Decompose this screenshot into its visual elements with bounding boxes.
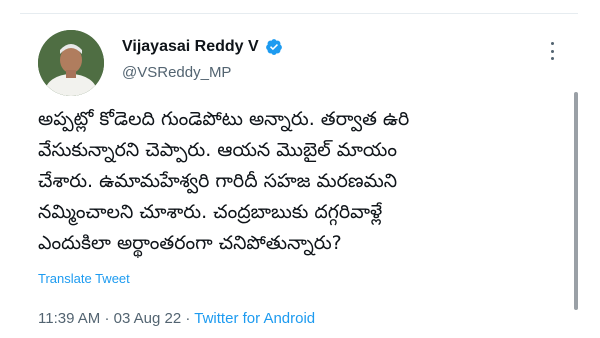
tweet-text: అప్పట్లో కోడెలది గుండెపోటు అన్నారు. తర్వ… bbox=[38, 104, 558, 259]
tweet-header: Vijayasai Reddy V @VSReddy_MP bbox=[122, 38, 283, 81]
meta-separator: · bbox=[104, 310, 110, 327]
tweet-metadata: 11:39 AM · 03 Aug 22 · Twitter for Andro… bbox=[38, 310, 315, 327]
tweet-text-line: ఎందుకిలా అర్థాంతరంగా చనిపోతున్నారు? bbox=[38, 232, 342, 254]
more-options-icon[interactable] bbox=[545, 42, 559, 60]
tweet-text-line: నమ్మించాలని చూశారు. చంద్రబాబుకు దగ్గరివా… bbox=[38, 201, 383, 223]
tweet-date[interactable]: 03 Aug 22 bbox=[114, 310, 182, 327]
name-row: Vijayasai Reddy V bbox=[122, 38, 283, 56]
tweet-time[interactable]: 11:39 AM bbox=[38, 310, 100, 327]
tweet-source-link[interactable]: Twitter for Android bbox=[194, 310, 315, 327]
meta-separator: · bbox=[185, 310, 191, 327]
translate-tweet-link[interactable]: Translate Tweet bbox=[38, 271, 130, 286]
avatar-image bbox=[38, 30, 104, 96]
scrollbar[interactable] bbox=[574, 92, 578, 310]
verified-badge-icon bbox=[265, 38, 283, 56]
avatar[interactable] bbox=[38, 30, 104, 96]
display-name[interactable]: Vijayasai Reddy V bbox=[122, 38, 259, 56]
top-divider bbox=[20, 13, 578, 14]
tweet-text-line: చేశారు. ఉమామహేశ్వరి గారిదీ సహజ మరణమని bbox=[38, 170, 398, 192]
user-handle[interactable]: @VSReddy_MP bbox=[122, 64, 283, 81]
tweet-text-line: వేసుకున్నారని చెప్పారు. ఆయన మొబైల్ మాయం bbox=[38, 139, 397, 161]
tweet-text-line: అప్పట్లో కోడెలది గుండెపోటు అన్నారు. తర్వ… bbox=[38, 108, 410, 130]
